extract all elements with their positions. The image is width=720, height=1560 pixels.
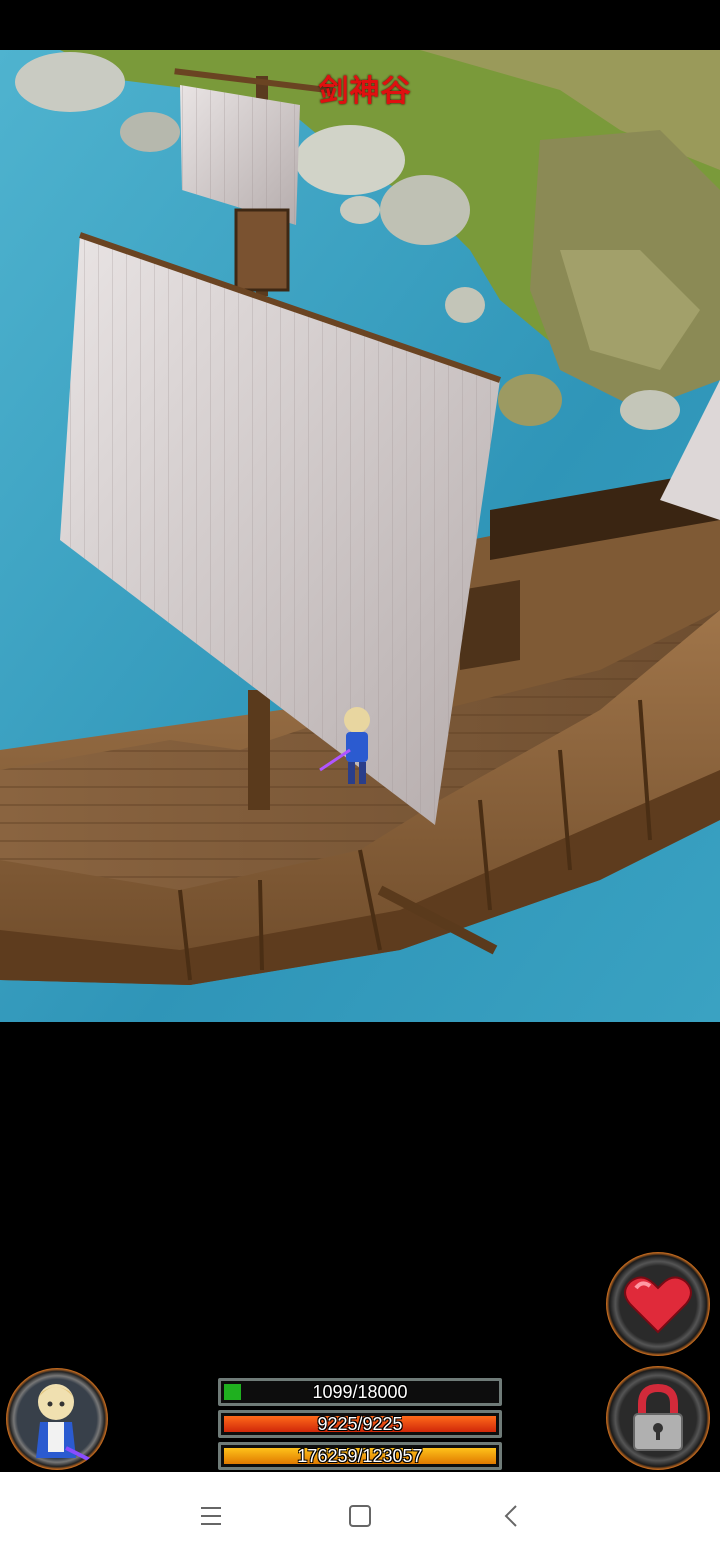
home-button[interactable] bbox=[340, 1498, 380, 1534]
menu-button[interactable] bbox=[191, 1498, 231, 1534]
back-chevron-icon bbox=[504, 1505, 517, 1527]
heart-button[interactable] bbox=[606, 1252, 710, 1356]
lock-button[interactable] bbox=[606, 1366, 710, 1470]
back-button[interactable] bbox=[492, 1498, 532, 1534]
menu-icon bbox=[201, 1507, 221, 1525]
home-square-icon bbox=[349, 1505, 371, 1527]
health-bar: 9225/9225 bbox=[218, 1410, 502, 1438]
padlock-icon bbox=[633, 1383, 683, 1451]
game-scene[interactable] bbox=[0, 50, 720, 1022]
experience-bar: 1099/18000 bbox=[218, 1378, 502, 1406]
character-avatar-button[interactable] bbox=[6, 1368, 108, 1470]
mana-bar-text: 176259/123057 bbox=[297, 1446, 423, 1466]
heart-icon bbox=[624, 1276, 692, 1334]
system-navigation-bar bbox=[0, 1472, 720, 1560]
character-portrait-icon bbox=[36, 1384, 107, 1470]
experience-bar-text: 1099/18000 bbox=[312, 1382, 408, 1402]
mana-bar: 176259/123057 bbox=[218, 1442, 502, 1470]
map-location-name: 剑神谷 bbox=[318, 74, 412, 109]
health-bar-text: 9225/9225 bbox=[317, 1414, 403, 1434]
